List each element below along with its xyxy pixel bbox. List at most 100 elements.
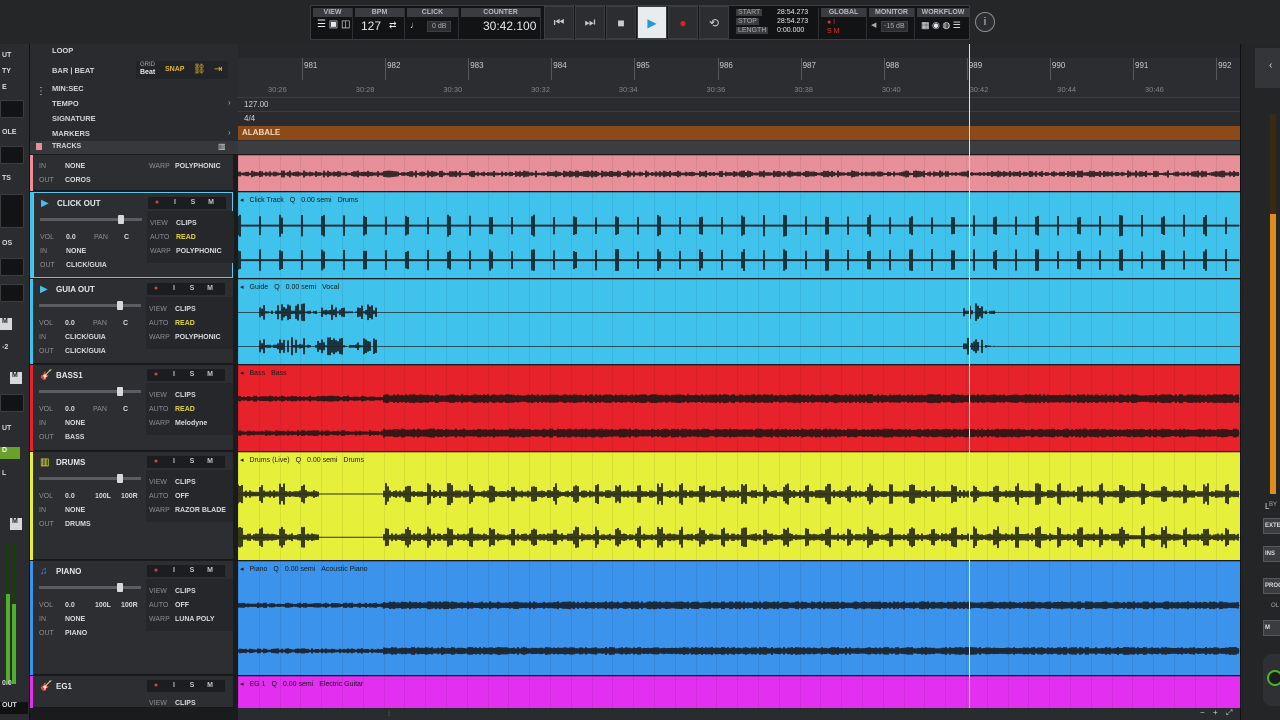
record-arm-button[interactable]: ● [148,197,166,209]
input-monitor-button[interactable]: I [165,456,183,468]
input-monitor-button[interactable]: I [165,283,183,295]
field-value-auto[interactable]: OFF [175,493,189,500]
field-value-warp[interactable]: Melodyne [175,420,207,427]
fader-knob[interactable] [117,301,123,310]
field-value-pan[interactable]: C [124,234,129,241]
field-value-warp[interactable]: POLYPHONIC [175,163,221,170]
track-lane[interactable]: ◂ Click Track Q 0.00 semi Drums [238,192,1240,278]
length-value[interactable]: 0:00.000 [777,27,804,34]
left-strip-label[interactable]: M [10,518,22,530]
mute-button[interactable]: M [201,565,219,577]
field-value-warp[interactable]: RAZOR BLADE [175,507,226,514]
solo-button[interactable]: S [183,456,201,468]
mute-button[interactable]: M [201,283,219,295]
field-value-out[interactable]: CLICK/GUIA [65,348,106,355]
left-strip-field[interactable] [0,194,24,228]
field-value-vol[interactable]: 0.0 [65,406,75,413]
track-header[interactable]: ▶ CLICK OUT ● I S M VOL 0.0 IN NONE OUT CLICK/GUIA P… [33,192,234,278]
volume-fader[interactable] [39,301,141,310]
field-value-auto[interactable]: READ [175,320,195,327]
field-value-in[interactable]: NONE [65,420,85,427]
view-group[interactable]: VIEW ☰ ▣ ◫ [313,8,353,39]
right-panel-button[interactable]: PROC [1263,578,1280,594]
mute-button[interactable]: M [201,456,219,468]
field-value-auto[interactable]: READ [176,234,196,241]
tempo-lane[interactable]: 127.00 [238,97,1240,111]
solo-button[interactable]: S [183,680,201,692]
fader-knob[interactable] [117,583,123,592]
field-value-warp[interactable]: POLYPHONIC [175,334,221,341]
field-value-pan[interactable]: C [123,406,128,413]
stop-value[interactable]: 28:54.273 [777,18,808,25]
counter-value[interactable]: 30:42.100 [483,19,536,33]
left-strip-field[interactable] [0,146,24,164]
info-icon[interactable]: i [975,12,995,32]
pan-left-value[interactable]: 100L [95,493,111,500]
track-name[interactable]: DRUMS [56,458,85,467]
workflow-icons[interactable]: ▦ ◉ ◍ ☰ [921,20,961,31]
forward-button[interactable]: ⏭ [575,6,605,39]
left-strip-label[interactable]: M [0,318,12,330]
rewind-button[interactable]: ⏮ [544,6,574,39]
field-value-out[interactable]: BASS [65,434,84,441]
track-header[interactable]: ♫ PIANO ● I S M VOL 0.0 IN NONE OUT PIANO 100L 100R VI… [33,561,233,675]
zoom-out-icon[interactable]: − [1200,708,1205,717]
knob-icon[interactable] [1263,654,1280,706]
solo-button[interactable]: S [183,283,201,295]
track-lane[interactable]: ◂ Drums (Live) Q 0.00 semi Drums [238,452,1240,560]
field-value-view[interactable]: CLIPS [175,306,196,313]
left-strip-field[interactable] [0,394,24,412]
field-value-in[interactable]: CLICK/GUIA [65,334,106,341]
right-panel-button[interactable]: INS [1263,546,1280,562]
record-arm-button[interactable]: ● [147,283,165,295]
volume-fader[interactable] [39,583,141,592]
record-arm-button[interactable]: ● [147,565,165,577]
track-name[interactable]: BASS1 [56,371,83,380]
marker-lane[interactable]: ALABALE [238,126,1240,140]
tap-tempo-icon[interactable]: ⇄ [389,20,397,31]
grid-value[interactable]: Beat [140,69,155,76]
track-lane[interactable] [238,155,1240,191]
global-indicator-icon[interactable]: ● I [827,19,835,26]
field-value-vol[interactable]: 0.0 [66,234,76,241]
field-value-out[interactable]: COROS [65,177,91,184]
field-value-pan[interactable]: C [123,320,128,327]
tempo-expand-icon[interactable]: › [228,98,231,107]
field-value-in[interactable]: NONE [66,248,86,255]
track-header[interactable]: ▶ GUIA OUT ● I S M VOL 0.0 IN CLICK/GUIA OUT CLICK/… [33,279,233,364]
loop-button[interactable]: ⟲ [699,6,729,39]
volume-fader[interactable] [40,215,142,224]
track-header[interactable]: 🎸 BASS1 ● I S M VOL 0.0 IN NONE OUT BASS PAN C VIEW CLI… [33,365,233,451]
field-value-in[interactable]: NONE [65,507,85,514]
record-arm-button[interactable]: ● [147,680,165,692]
stop-button[interactable]: ■ [606,6,636,39]
solo-button[interactable]: S [184,197,202,209]
track-header[interactable]: 🎸 EG1 ● I S M VIEW CLIPS [33,676,233,708]
zoom-fit-icon[interactable]: ⤢ [1226,708,1232,718]
track-header[interactable]: IN NONE OUT COROS WARP POLYPHONIC [33,155,233,191]
metronome-icon[interactable]: ♩ [410,20,419,30]
solo-mute-icon[interactable]: S M [827,28,839,35]
mute-button[interactable]: M [202,197,220,209]
field-value-vol[interactable]: 0.0 [65,602,75,609]
play-button[interactable]: ▶ [637,6,667,39]
left-strip-label[interactable]: D [0,447,20,459]
zoom-in-icon[interactable]: + [1213,708,1218,717]
right-panel-button[interactable]: M [1263,620,1280,636]
record-button[interactable]: ● [668,6,698,39]
fader-knob[interactable] [117,474,123,483]
field-value-auto[interactable]: OFF [175,602,189,609]
left-strip-field[interactable] [0,100,24,118]
volume-fader[interactable] [39,387,141,396]
right-panel-button[interactable]: EXTE [1263,518,1280,534]
field-value-view[interactable]: CLIPS [176,220,197,227]
track-lane[interactable]: ◂ Guide Q 0.00 semi Vocal [238,279,1240,364]
field-value-auto[interactable]: READ [175,406,195,413]
field-value-out[interactable]: PIANO [65,630,87,637]
click-level[interactable]: 0 dB [427,21,452,32]
link-icon[interactable]: ⛓ [193,64,206,75]
field-value-in[interactable]: NONE [65,616,85,623]
panel-collapse[interactable]: ‹ [1255,48,1280,88]
horizontal-scrollbar[interactable]: ⁞ − + ⤢ [238,708,1240,720]
input-monitor-button[interactable]: I [165,680,183,692]
